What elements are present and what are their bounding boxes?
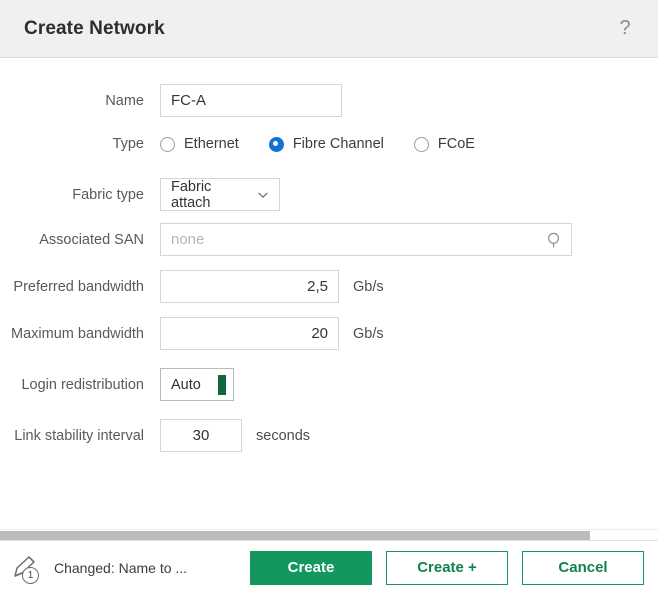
fabric-type-select[interactable]: Fabric attach	[160, 178, 280, 211]
associated-san-field-wrap	[160, 223, 572, 256]
radio-option-fcoe[interactable]: FCoE	[414, 136, 475, 152]
link-stability-interval-label: Link stability interval	[0, 428, 160, 444]
name-label: Name	[0, 93, 160, 109]
preferred-bandwidth-input[interactable]	[160, 270, 339, 303]
field-row-preferred-bandwidth: Preferred bandwidth Gb/s	[0, 270, 658, 303]
preferred-bandwidth-field-wrap: Gb/s	[160, 270, 384, 303]
cancel-button[interactable]: Cancel	[522, 551, 644, 585]
fabric-type-label: Fabric type	[0, 187, 160, 203]
dialog-header: Create Network ?	[0, 0, 658, 58]
create-network-dialog: Create Network ? Name Type Ethernet Fibr…	[0, 0, 658, 594]
fabric-type-field-wrap: Fabric attach	[160, 178, 280, 211]
associated-san-label: Associated SAN	[0, 232, 160, 248]
login-redistribution-label: Login redistribution	[0, 377, 160, 393]
chevron-down-icon	[257, 189, 269, 201]
search-icon[interactable]	[546, 231, 563, 248]
help-icon[interactable]: ?	[612, 16, 638, 42]
radio-label-fcoe: FCoE	[438, 136, 475, 152]
horizontal-scrollbar-thumb[interactable]	[0, 531, 590, 540]
pencil-edit-icon[interactable]: 1	[10, 552, 44, 584]
field-row-login-redistribution: Login redistribution Auto	[0, 368, 658, 401]
field-row-name: Name	[0, 84, 658, 117]
preferred-bandwidth-unit: Gb/s	[353, 279, 384, 295]
associated-san-input[interactable]	[160, 223, 572, 256]
type-radio-group: Ethernet Fibre Channel FCoE	[160, 136, 505, 152]
field-row-type: Type Ethernet Fibre Channel FCoE	[0, 130, 658, 158]
maximum-bandwidth-input[interactable]	[160, 317, 339, 350]
associated-san-search-wrap	[160, 223, 572, 256]
radio-label-ethernet: Ethernet	[184, 136, 239, 152]
horizontal-scrollbar[interactable]	[0, 529, 658, 540]
type-label: Type	[0, 136, 160, 152]
change-count-badge: 1	[22, 567, 39, 584]
login-redistribution-select[interactable]: Auto	[160, 368, 234, 401]
maximum-bandwidth-label: Maximum bandwidth	[0, 326, 160, 342]
maximum-bandwidth-unit: Gb/s	[353, 326, 384, 342]
field-row-maximum-bandwidth: Maximum bandwidth Gb/s	[0, 317, 658, 350]
dialog-footer: 1 Changed: Name to ... Create Create + C…	[0, 540, 658, 594]
radio-label-fibre-channel: Fibre Channel	[293, 136, 384, 152]
change-summary-text: Changed: Name to ...	[54, 560, 236, 576]
link-stability-interval-input[interactable]	[160, 419, 242, 452]
link-stability-interval-unit: seconds	[256, 428, 310, 444]
page-title: Create Network	[24, 18, 612, 40]
create-plus-button[interactable]: Create +	[386, 551, 508, 585]
field-row-link-stability-interval: Link stability interval seconds	[0, 419, 658, 452]
fabric-type-value: Fabric attach	[171, 179, 253, 211]
field-row-fabric-type: Fabric type Fabric attach	[0, 178, 658, 211]
radio-option-fibre-channel[interactable]: Fibre Channel	[269, 136, 384, 152]
green-indicator-icon	[218, 375, 226, 395]
radio-dot-icon	[414, 137, 429, 152]
name-input[interactable]	[160, 84, 342, 117]
radio-option-ethernet[interactable]: Ethernet	[160, 136, 239, 152]
login-redistribution-field-wrap: Auto	[160, 368, 234, 401]
login-redistribution-value: Auto	[171, 377, 201, 393]
radio-dot-icon	[160, 137, 175, 152]
radio-dot-icon	[269, 137, 284, 152]
name-field-wrap	[160, 84, 342, 117]
maximum-bandwidth-field-wrap: Gb/s	[160, 317, 384, 350]
dialog-body: Name Type Ethernet Fibre Channel FCoE	[0, 58, 658, 540]
preferred-bandwidth-label: Preferred bandwidth	[0, 279, 160, 295]
link-stability-interval-field-wrap: seconds	[160, 419, 310, 452]
create-button[interactable]: Create	[250, 551, 372, 585]
field-row-associated-san: Associated SAN	[0, 223, 658, 256]
